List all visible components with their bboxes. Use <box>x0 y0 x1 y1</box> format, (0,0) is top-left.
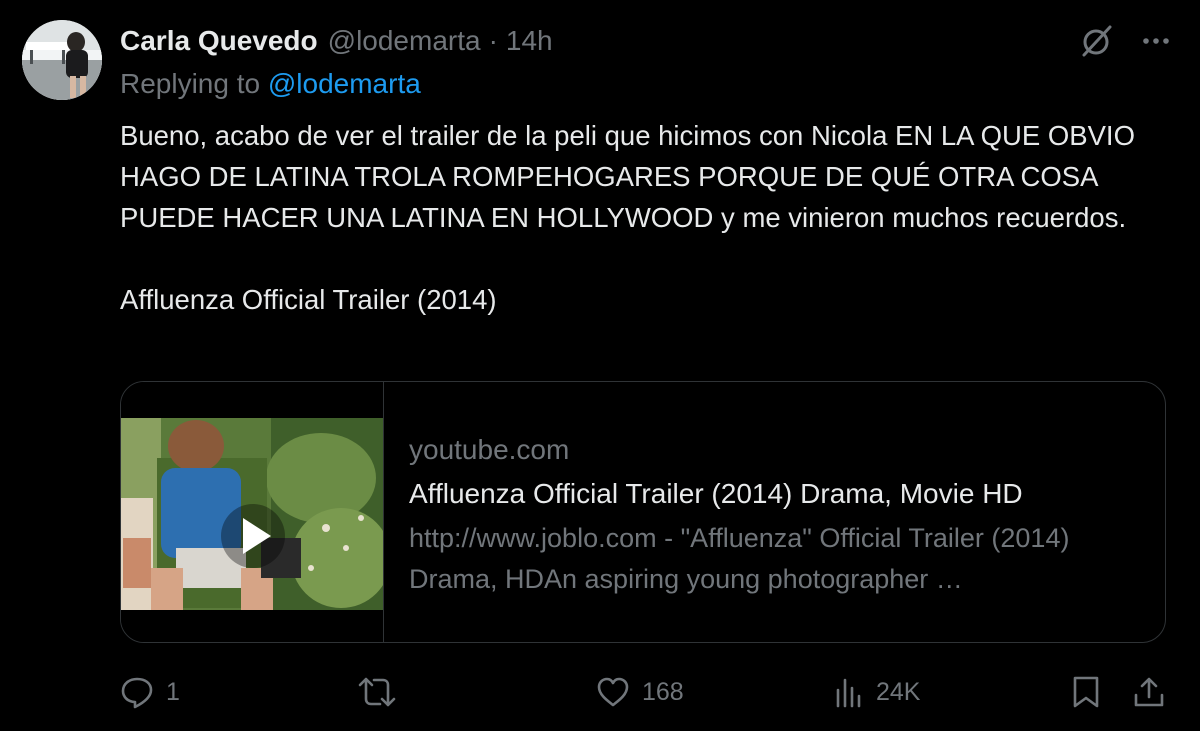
views-button[interactable]: 24K <box>834 670 920 714</box>
views-count: 24K <box>876 677 921 706</box>
timestamp[interactable]: 14h <box>506 25 553 57</box>
bookmark-button[interactable] <box>1070 670 1102 714</box>
reply-button[interactable]: 1 <box>120 670 180 714</box>
avatar[interactable] <box>22 20 102 100</box>
card-domain: youtube.com <box>409 434 570 465</box>
play-icon <box>243 518 271 554</box>
grok-icon[interactable] <box>1078 22 1116 60</box>
tweet-text-paragraph: Bueno, acabo de ver el trailer de la pel… <box>120 120 1135 233</box>
tweet-header: Carla Quevedo @lodemarta · 14h <box>120 22 553 60</box>
share-icon <box>1134 677 1164 707</box>
retweet-icon <box>358 677 396 707</box>
author-handle[interactable]: @lodemarta <box>328 25 481 57</box>
play-button[interactable] <box>221 504 285 568</box>
header-icons <box>1078 22 1172 60</box>
reply-count: 1 <box>166 677 180 706</box>
avatar-image <box>22 20 102 100</box>
separator-dot: · <box>488 25 498 56</box>
link-preview-card[interactable]: youtube.com Affluenza Official Trailer (… <box>120 381 1166 643</box>
share-button[interactable] <box>1132 670 1166 714</box>
like-button[interactable]: 168 <box>596 670 684 714</box>
reply-icon <box>121 677 153 709</box>
card-info[interactable]: youtube.com Affluenza Official Trailer (… <box>409 430 1149 600</box>
tweet-text: Bueno, acabo de ver el trailer de la pel… <box>120 115 1180 320</box>
card-title: Affluenza Official Trailer (2014) Drama,… <box>409 478 1023 509</box>
more-icon[interactable] <box>1140 25 1172 57</box>
action-bar: 1 168 24K <box>0 670 1200 714</box>
tweet-text-paragraph: Affluenza Official Trailer (2014) <box>120 284 497 315</box>
heart-icon <box>597 677 629 707</box>
replying-to-handle[interactable]: @lodemarta <box>268 68 421 99</box>
author-name[interactable]: Carla Quevedo <box>120 25 318 57</box>
card-description: http://www.joblo.com - "Affluenza" Offic… <box>409 523 1070 594</box>
video-thumbnail[interactable] <box>121 382 384 642</box>
thumbnail-image <box>121 418 383 610</box>
replying-to: Replying to @lodemarta <box>120 68 421 100</box>
like-count: 168 <box>642 677 684 706</box>
retweet-button[interactable] <box>358 670 408 714</box>
views-icon <box>836 678 861 708</box>
replying-to-label: Replying to <box>120 68 261 99</box>
bookmark-icon <box>1073 676 1099 708</box>
